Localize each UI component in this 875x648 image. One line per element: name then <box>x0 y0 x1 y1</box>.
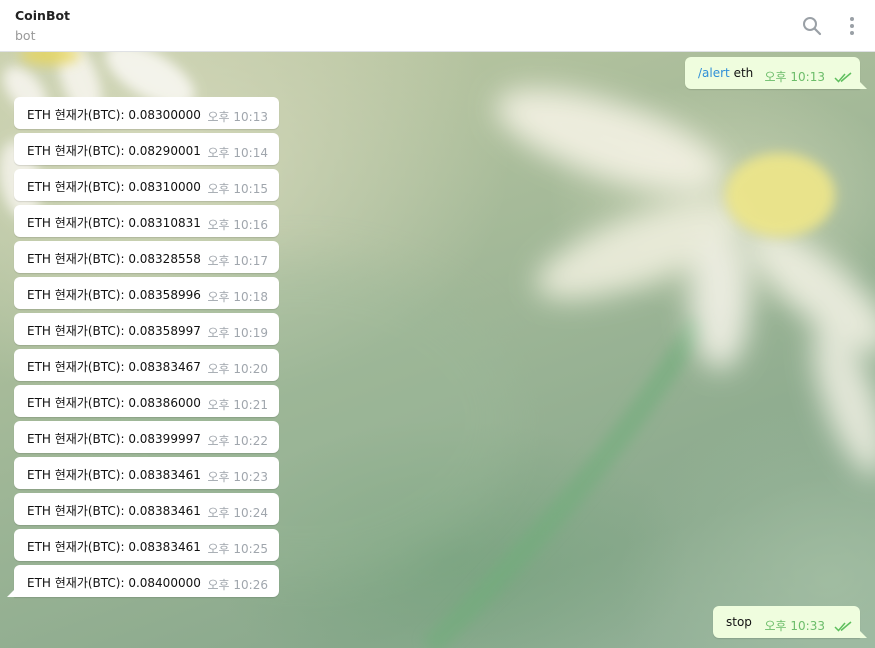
message-time: 오후 10:19 <box>207 326 268 340</box>
message-text: ETH 현재가(BTC): 0.08383467 <box>27 360 201 374</box>
message-text: ETH 현재가(BTC): 0.08386000 <box>27 396 201 410</box>
double-check-icon <box>834 621 852 632</box>
more-menu-button[interactable] <box>840 14 864 38</box>
incoming-message[interactable]: ETH 현재가(BTC): 0.08358997 오후 10:19 <box>14 313 279 345</box>
message-text: ETH 현재가(BTC): 0.08383461 <box>27 540 201 554</box>
incoming-message[interactable]: ETH 현재가(BTC): 0.08358996 오후 10:18 <box>14 277 279 309</box>
message-time: 오후 10:18 <box>207 290 268 304</box>
double-check-icon <box>834 72 852 83</box>
chat-window: CoinBot bot /alert eth 오후 10:13 ETH 현재가(… <box>0 0 875 648</box>
incoming-message[interactable]: ETH 현재가(BTC): 0.08386000 오후 10:21 <box>14 385 279 417</box>
incoming-message[interactable]: ETH 현재가(BTC): 0.08328558 오후 10:17 <box>14 241 279 273</box>
chat-header: CoinBot bot <box>0 0 875 52</box>
message-time: 오후 10:16 <box>207 218 268 232</box>
message-text: ETH 현재가(BTC): 0.08328558 <box>27 252 201 266</box>
message-time: 오후 10:23 <box>207 470 268 484</box>
command-argument: eth <box>729 66 754 80</box>
message-time: 오후 10:13 <box>207 110 268 124</box>
message-text: ETH 현재가(BTC): 0.08310000 <box>27 180 201 194</box>
incoming-message[interactable]: ETH 현재가(BTC): 0.08383461 오후 10:24 <box>14 493 279 525</box>
bot-command-link[interactable]: /alert <box>698 66 730 80</box>
incoming-message[interactable]: ETH 현재가(BTC): 0.08290001 오후 10:14 <box>14 133 279 165</box>
incoming-message[interactable]: ETH 현재가(BTC): 0.08400000 오후 10:26 <box>7 565 279 597</box>
chat-subtitle: bot <box>15 28 36 43</box>
message-text: /alert eth <box>698 66 753 80</box>
incoming-message[interactable]: ETH 현재가(BTC): 0.08300000 오후 10:13 <box>14 97 279 129</box>
incoming-message[interactable]: ETH 현재가(BTC): 0.08383467 오후 10:20 <box>14 349 279 381</box>
message-text: ETH 현재가(BTC): 0.08300000 <box>27 108 201 122</box>
incoming-message[interactable]: ETH 현재가(BTC): 0.08399997 오후 10:22 <box>14 421 279 453</box>
chat-title[interactable]: CoinBot <box>15 8 70 23</box>
message-text: stop <box>726 615 752 629</box>
message-time: 오후 10:13 <box>764 70 825 84</box>
message-time: 오후 10:24 <box>207 506 268 520</box>
message-time: 오후 10:20 <box>207 362 268 376</box>
more-vertical-icon <box>850 17 854 35</box>
outgoing-message[interactable]: stop 오후 10:33 <box>713 606 867 638</box>
message-time: 오후 10:14 <box>207 146 268 160</box>
message-text: ETH 현재가(BTC): 0.08290001 <box>27 144 201 158</box>
message-time: 오후 10:22 <box>207 434 268 448</box>
message-time: 오후 10:21 <box>207 398 268 412</box>
message-time: 오후 10:17 <box>207 254 268 268</box>
message-time: 오후 10:33 <box>764 619 825 633</box>
message-text: ETH 현재가(BTC): 0.08399997 <box>27 432 201 446</box>
message-text: ETH 현재가(BTC): 0.08400000 <box>27 576 201 590</box>
search-icon <box>803 17 822 36</box>
message-text: ETH 현재가(BTC): 0.08383461 <box>27 468 201 482</box>
message-text: ETH 현재가(BTC): 0.08310831 <box>27 216 201 230</box>
message-text: ETH 현재가(BTC): 0.08358997 <box>27 324 201 338</box>
incoming-message[interactable]: ETH 현재가(BTC): 0.08383461 오후 10:23 <box>14 457 279 489</box>
incoming-message[interactable]: ETH 현재가(BTC): 0.08310831 오후 10:16 <box>14 205 279 237</box>
incoming-message[interactable]: ETH 현재가(BTC): 0.08383461 오후 10:25 <box>14 529 279 561</box>
incoming-message[interactable]: ETH 현재가(BTC): 0.08310000 오후 10:15 <box>14 169 279 201</box>
message-text: ETH 현재가(BTC): 0.08358996 <box>27 288 201 302</box>
search-button[interactable] <box>800 14 824 38</box>
message-text: ETH 현재가(BTC): 0.08383461 <box>27 504 201 518</box>
message-time: 오후 10:25 <box>207 542 268 556</box>
message-time: 오후 10:15 <box>207 182 268 196</box>
outgoing-message[interactable]: /alert eth 오후 10:13 <box>685 57 867 89</box>
message-time: 오후 10:26 <box>207 578 268 592</box>
